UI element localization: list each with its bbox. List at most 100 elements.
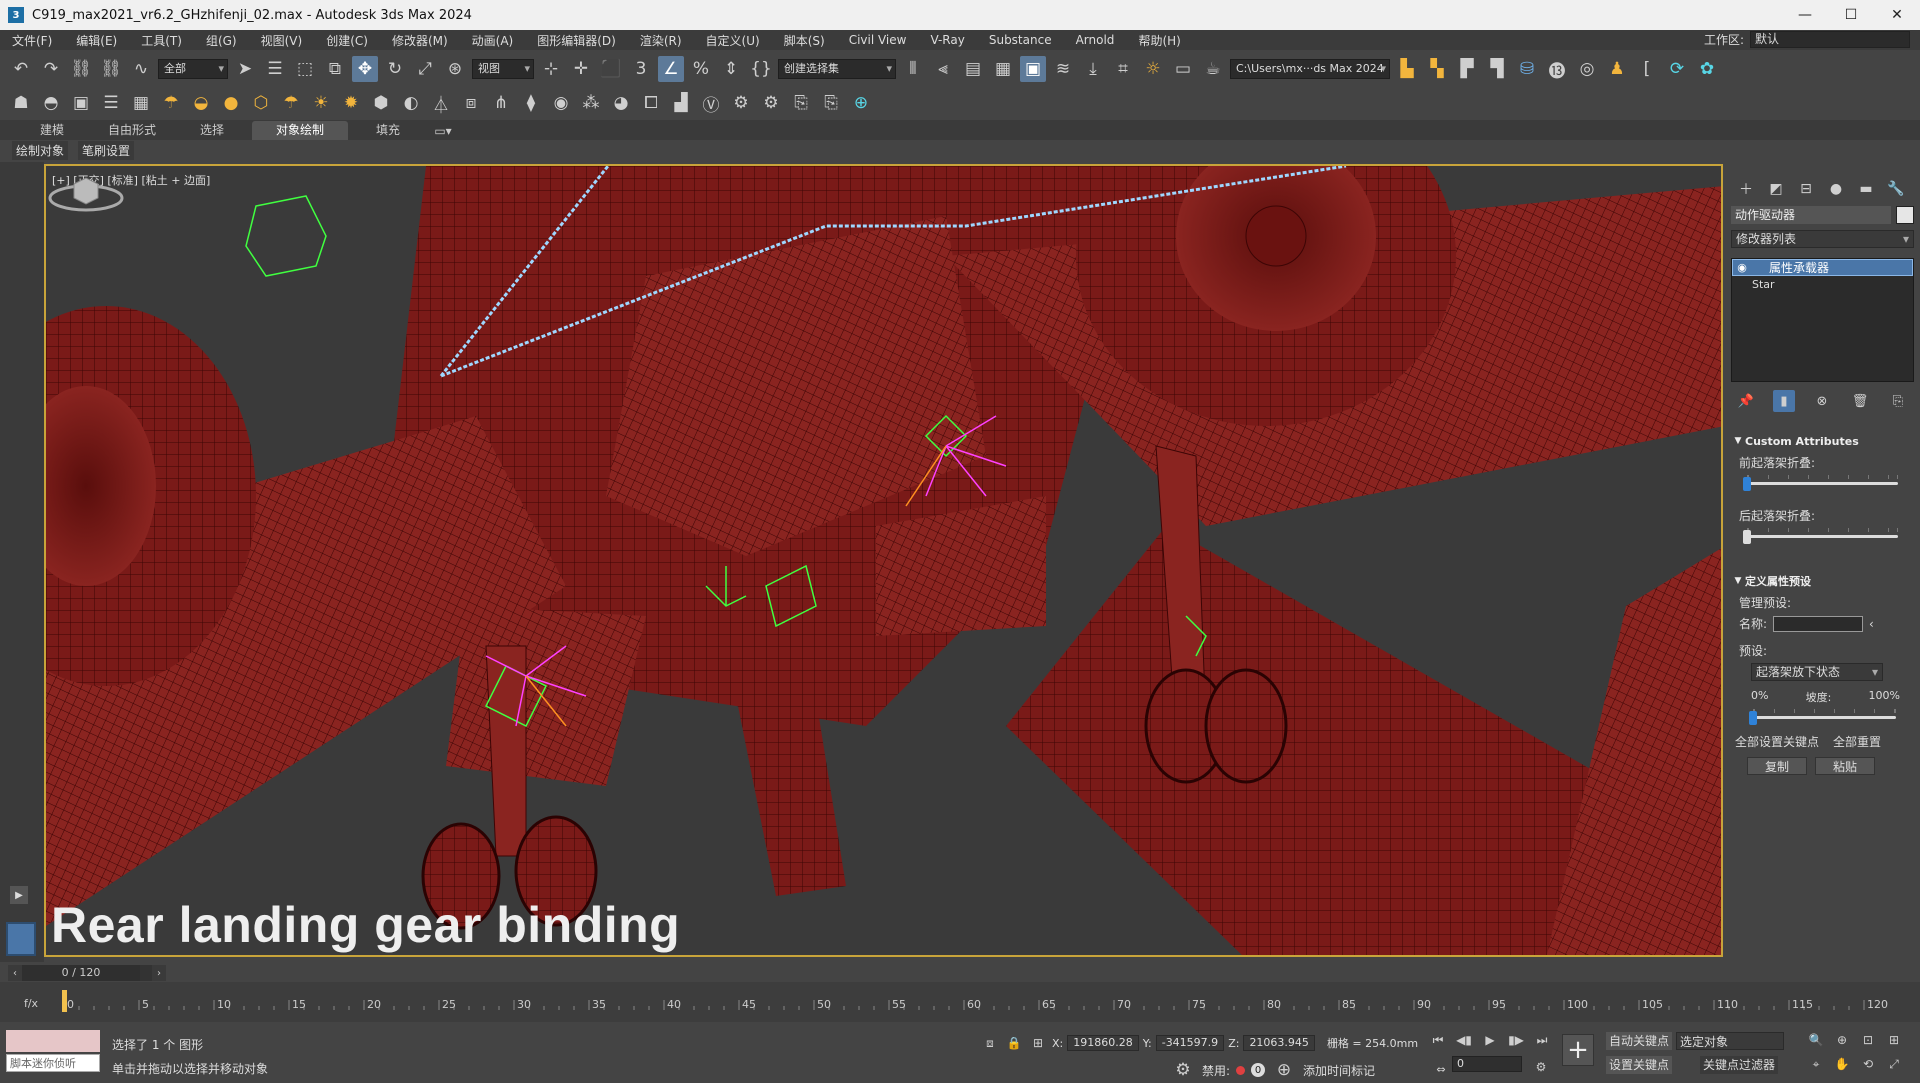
vray-frame-buffer-icon[interactable]: ▚ [1424, 56, 1450, 82]
render-setup-icon[interactable]: ☼ [1140, 56, 1166, 82]
front-gear-fold-slider[interactable] [1739, 471, 1906, 493]
viewcube-icon[interactable] [46, 166, 126, 216]
slope-slider[interactable] [1745, 705, 1904, 727]
globe-icon[interactable]: ⊕ [848, 90, 874, 116]
set-all-keys-button[interactable]: 全部设置关键点 [1735, 733, 1819, 751]
undo-icon[interactable]: ↶ [8, 56, 34, 82]
scene-explorer-icon[interactable]: ▤ [960, 56, 986, 82]
key-filters-button[interactable]: 关键点过滤器 [1700, 1056, 1779, 1074]
x-coord-field[interactable]: 191860.28 [1067, 1035, 1139, 1051]
reset-all-button[interactable]: 全部重置 [1827, 733, 1887, 751]
select-by-name-icon[interactable]: ☰ [262, 56, 288, 82]
rendered-frame-icon[interactable]: ▭ [1170, 56, 1196, 82]
menu-tools[interactable]: 工具(T) [129, 32, 194, 49]
chevron-left-icon[interactable]: ‹ [1869, 617, 1874, 631]
play-icon[interactable]: ▶ [1480, 1030, 1500, 1050]
tab-modeling[interactable]: 建模 [12, 121, 92, 140]
zoom-icon[interactable]: 🔍 [1806, 1030, 1826, 1050]
slider-thumb[interactable] [1743, 477, 1751, 491]
curve-editor-icon[interactable]: ≋ [1050, 56, 1076, 82]
zoom-extents-icon[interactable]: ⊡ [1858, 1030, 1878, 1050]
subtab-paint-objects[interactable]: 绘制对象 [12, 140, 69, 160]
set-key-plus-button[interactable]: + [1562, 1034, 1594, 1066]
spotlight-icon[interactable]: ☂ [158, 90, 184, 116]
go-to-end-icon[interactable]: ⏭ [1532, 1030, 1552, 1050]
spinner-snap-icon[interactable]: ⇕ [718, 56, 744, 82]
next-frame-icon[interactable]: ▮▶ [1506, 1030, 1526, 1050]
key-selection-select[interactable]: 选定对象 [1676, 1032, 1784, 1050]
menu-graph-editors[interactable]: 图形编辑器(D) [525, 32, 628, 49]
render-production-icon[interactable]: ☕ [1200, 56, 1226, 82]
attribute-presets-header[interactable]: ▼ 定义属性预设 [1731, 572, 1914, 590]
object-color-swatch[interactable] [1896, 206, 1914, 224]
absolute-mode-icon[interactable]: ⊞ [1028, 1033, 1048, 1053]
scene-converter-icon[interactable]: ▟ [668, 90, 694, 116]
menu-file[interactable]: 文件(F) [0, 32, 64, 49]
volume-icon[interactable]: ⧫ [518, 90, 544, 116]
redo-icon[interactable]: ↷ [38, 56, 64, 82]
orbit-icon[interactable]: ⟲ [1858, 1054, 1878, 1074]
schematic-view-icon[interactable]: ⤓ [1080, 56, 1106, 82]
camera-icon[interactable]: ▣ [68, 90, 94, 116]
cloth-icon[interactable]: ⧠ [638, 90, 664, 116]
workspace-select[interactable]: 默认 [1750, 31, 1910, 48]
menu-help[interactable]: 帮助(H) [1126, 32, 1192, 49]
material-editor-icon[interactable]: ⌗ [1110, 56, 1136, 82]
hierarchy-tab-icon[interactable]: ⊟ [1795, 178, 1817, 200]
modifier-list-select[interactable]: 修改器列表 [1731, 230, 1914, 248]
pivot-center-icon[interactable]: ⊹ [538, 56, 564, 82]
select-rotate-icon[interactable]: ↻ [382, 56, 408, 82]
keyboard-shortcut-icon[interactable]: ⬛ [598, 56, 624, 82]
eye-icon[interactable]: ◉ [1733, 261, 1751, 274]
selection-filter-select[interactable]: 全部 [158, 59, 228, 79]
dome-light-icon[interactable]: ◒ [188, 90, 214, 116]
multi-material-icon[interactable]: ⁂ [578, 90, 604, 116]
mesh-light-icon[interactable]: ⬡ [248, 90, 274, 116]
toon-icon[interactable]: ◕ [608, 90, 634, 116]
zoom-extents-all-icon[interactable]: ⊞ [1884, 1030, 1904, 1050]
z-coord-field[interactable]: 21063.945 [1243, 1035, 1315, 1051]
align-icon[interactable]: ⫷ [930, 56, 956, 82]
stack-item-star[interactable]: Star [1732, 276, 1913, 293]
material-ball-icon[interactable]: ◉ [548, 90, 574, 116]
ambient-light-icon[interactable]: ✹ [338, 90, 364, 116]
layout-expand-icon[interactable]: ▶ [10, 886, 28, 904]
menu-rendering[interactable]: 渲染(R) [628, 32, 694, 49]
preset-select[interactable]: 起落架放下状态 [1751, 663, 1883, 681]
sun-light-icon[interactable]: ☀ [308, 90, 334, 116]
angle-snap-icon[interactable]: ∠ [658, 56, 684, 82]
ies-light-icon[interactable]: ☂ [278, 90, 304, 116]
proxy-icon[interactable]: ⧈ [458, 90, 484, 116]
ref-coord-select[interactable]: 视图 [472, 59, 534, 79]
select-scale-icon[interactable]: ⤢ [412, 56, 438, 82]
go-to-start-icon[interactable]: ⏮ [1428, 1030, 1448, 1050]
configure-sets-icon[interactable]: ⎘ [1887, 390, 1909, 412]
lock-icon[interactable]: 🔒 [1004, 1033, 1024, 1053]
menu-group[interactable]: 组(G) [194, 32, 249, 49]
viewport-layout-button[interactable] [6, 922, 36, 956]
slider-thumb[interactable] [1749, 711, 1757, 725]
subtab-brush-settings[interactable]: 笔刷设置 [78, 140, 135, 160]
motion-tab-icon[interactable]: ● [1825, 178, 1847, 200]
lighting-icon[interactable]: ♟ [1604, 56, 1630, 82]
plugin-icon[interactable]: ✿ [1694, 56, 1720, 82]
layer-explorer-icon[interactable]: ▦ [990, 56, 1016, 82]
current-frame-field[interactable]: 0 [1452, 1056, 1522, 1072]
remove-modifier-icon[interactable]: 🗑 [1849, 390, 1871, 412]
track-bar[interactable]: f/x 0 5 10 15 20 25 30 35 40 45 50 55 60 65 70 75 80 85 90… [0, 982, 1920, 1022]
list-icon[interactable]: ☰ [98, 90, 124, 116]
box-icon[interactable]: ⬢ [368, 90, 394, 116]
percent-snap-icon[interactable]: % [688, 56, 714, 82]
refresh-icon[interactable]: ⟳ [1664, 56, 1690, 82]
minimize-button[interactable]: — [1782, 0, 1828, 30]
menu-view[interactable]: 视图(V) [249, 32, 315, 49]
tab-selection[interactable]: 选择 [172, 121, 252, 140]
ribbon-toggle-icon[interactable]: ▣ [1020, 56, 1046, 82]
modify-tab-icon[interactable]: ◩ [1765, 178, 1787, 200]
adaptive-degradation-icon[interactable]: ⚙ [1170, 1057, 1196, 1083]
menu-animation[interactable]: 动画(A) [460, 32, 526, 49]
vray-ipr-icon[interactable]: ▛ [1454, 56, 1480, 82]
make-unique-icon[interactable]: ⊗ [1811, 390, 1833, 412]
auto-key-button[interactable]: 自动关键点 [1606, 1032, 1673, 1050]
max-script-icon[interactable]: ⓭ [1544, 56, 1570, 82]
